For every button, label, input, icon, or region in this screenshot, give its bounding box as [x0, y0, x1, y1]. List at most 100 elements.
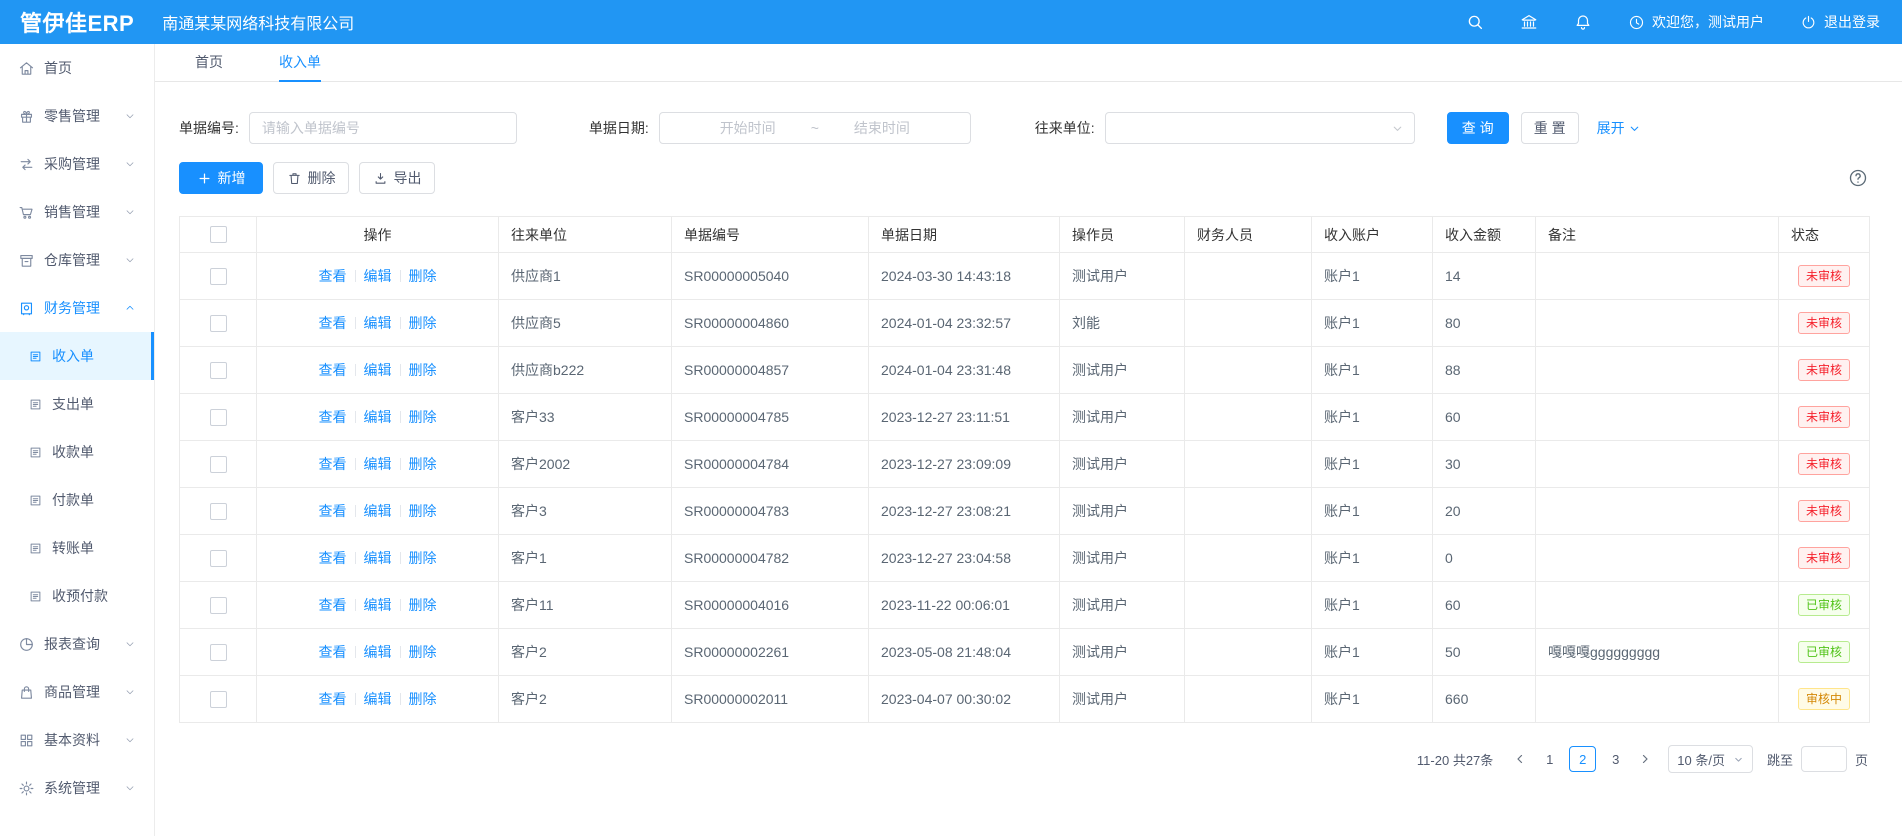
sidebar-item-finance[interactable]: 财务管理: [0, 284, 154, 332]
date-end-input[interactable]: [821, 119, 943, 137]
cell-amount: 88: [1433, 347, 1536, 394]
tab-income-bill[interactable]: 收入单: [279, 44, 321, 82]
sidebar-item-home[interactable]: 首页: [0, 44, 154, 92]
row-checkbox[interactable]: [210, 691, 227, 708]
delete-link[interactable]: 删除: [409, 456, 437, 472]
delete-link[interactable]: 删除: [409, 268, 437, 284]
table-row: 查看编辑删除客户1SR000000047822023-12-27 23:04:5…: [180, 535, 1870, 582]
user-icon: [1628, 14, 1645, 31]
table-row: 查看编辑删除客户33SR000000047852023-12-27 23:11:…: [180, 394, 1870, 441]
view-link[interactable]: 查看: [319, 268, 347, 284]
edit-link[interactable]: 编辑: [364, 644, 392, 660]
sidebar-item-income-bill[interactable]: 收入单: [0, 332, 154, 380]
row-checkbox[interactable]: [210, 550, 227, 567]
edit-link[interactable]: 编辑: [364, 691, 392, 707]
row-checkbox[interactable]: [210, 268, 227, 285]
edit-link[interactable]: 编辑: [364, 315, 392, 331]
sidebar-item-payment-bill[interactable]: 付款单: [0, 476, 154, 524]
date-range-picker[interactable]: ~: [659, 112, 971, 144]
next-page-button[interactable]: [1632, 746, 1658, 772]
sidebar-item-reports[interactable]: 报表查询: [0, 620, 154, 668]
search-icon[interactable]: [1466, 13, 1484, 31]
view-link[interactable]: 查看: [319, 456, 347, 472]
prev-page-button[interactable]: [1507, 746, 1533, 772]
page-button-1[interactable]: 1: [1536, 746, 1563, 772]
sidebar-item-transfer-bill[interactable]: 转账单: [0, 524, 154, 572]
page-size-select[interactable]: 10 条/页: [1668, 745, 1753, 773]
partner-select[interactable]: [1105, 112, 1415, 144]
bell-icon[interactable]: [1574, 13, 1592, 31]
sidebar-item-label: 支出单: [52, 394, 94, 414]
edit-link[interactable]: 编辑: [364, 409, 392, 425]
reset-button[interactable]: 重 置: [1521, 112, 1579, 144]
cell-operator: 测试用户: [1060, 535, 1185, 582]
search-button[interactable]: 查 询: [1447, 112, 1509, 144]
row-checkbox[interactable]: [210, 362, 227, 379]
link-separator: [400, 364, 401, 376]
row-checkbox[interactable]: [210, 597, 227, 614]
date-start-input[interactable]: [687, 119, 809, 137]
view-link[interactable]: 查看: [319, 550, 347, 566]
expand-link[interactable]: 展开: [1597, 118, 1641, 138]
bill-no-input[interactable]: [249, 112, 517, 144]
edit-link[interactable]: 编辑: [364, 597, 392, 613]
edit-link[interactable]: 编辑: [364, 268, 392, 284]
edit-link[interactable]: 编辑: [364, 362, 392, 378]
sidebar-item-system[interactable]: 系统管理: [0, 764, 154, 812]
delete-link[interactable]: 删除: [409, 315, 437, 331]
add-button[interactable]: 新增: [179, 162, 263, 194]
cell-date: 2024-01-04 23:32:57: [869, 300, 1060, 347]
page-button-2[interactable]: 2: [1569, 746, 1596, 772]
row-checkbox[interactable]: [210, 503, 227, 520]
delete-link[interactable]: 删除: [409, 597, 437, 613]
edit-link[interactable]: 编辑: [364, 550, 392, 566]
cell-account: 账户1: [1312, 582, 1433, 629]
delete-link[interactable]: 删除: [409, 362, 437, 378]
sidebar-item-retail[interactable]: 零售管理: [0, 92, 154, 140]
filter-row: 单据编号: 单据日期: ~ 往来单位: 查 询 重 置 展开: [179, 112, 1902, 144]
help-icon[interactable]: [1848, 168, 1868, 188]
user-menu[interactable]: 欢迎您，测试用户: [1628, 12, 1764, 32]
delete-link[interactable]: 删除: [409, 644, 437, 660]
chevron-down-icon: [124, 254, 136, 266]
sidebar-item-purchase[interactable]: 采购管理: [0, 140, 154, 188]
jump-page-input[interactable]: [1801, 746, 1847, 772]
select-all-checkbox[interactable]: [210, 226, 227, 243]
view-link[interactable]: 查看: [319, 362, 347, 378]
tab-home[interactable]: 首页: [195, 44, 223, 82]
delete-link[interactable]: 删除: [409, 691, 437, 707]
row-checkbox[interactable]: [210, 456, 227, 473]
cell-status: 已审核: [1779, 629, 1870, 676]
sidebar-item-prepayment[interactable]: 收预付款: [0, 572, 154, 620]
view-link[interactable]: 查看: [319, 315, 347, 331]
delete-link[interactable]: 删除: [409, 409, 437, 425]
row-checkbox[interactable]: [210, 315, 227, 332]
view-link[interactable]: 查看: [319, 503, 347, 519]
row-checkbox[interactable]: [210, 644, 227, 661]
export-button[interactable]: 导出: [359, 162, 435, 194]
cell-bill-no: SR00000004016: [672, 582, 869, 629]
sidebar-item-label: 收入单: [52, 346, 94, 366]
sidebar-item-warehouse[interactable]: 仓库管理: [0, 236, 154, 284]
view-link[interactable]: 查看: [319, 644, 347, 660]
delete-button[interactable]: 删除: [273, 162, 349, 194]
sidebar-item-receipt-bill[interactable]: 收款单: [0, 428, 154, 476]
cell-status: 未审核: [1779, 535, 1870, 582]
sidebar-item-expense-bill[interactable]: 支出单: [0, 380, 154, 428]
row-checkbox[interactable]: [210, 409, 227, 426]
sidebar-item-basic-data[interactable]: 基本资料: [0, 716, 154, 764]
delete-link[interactable]: 删除: [409, 550, 437, 566]
sidebar-item-goods[interactable]: 商品管理: [0, 668, 154, 716]
view-link[interactable]: 查看: [319, 409, 347, 425]
edit-link[interactable]: 编辑: [364, 503, 392, 519]
bank-icon[interactable]: [1520, 13, 1538, 31]
edit-link[interactable]: 编辑: [364, 456, 392, 472]
view-link[interactable]: 查看: [319, 691, 347, 707]
delete-link[interactable]: 删除: [409, 503, 437, 519]
main-content: 首页 收入单 单据编号: 单据日期: ~ 往来单位: 查 询 重 置 展开: [155, 44, 1902, 836]
page-button-3[interactable]: 3: [1602, 746, 1629, 772]
topbar-right: 欢迎您，测试用户 退出登录: [1466, 12, 1880, 32]
logout-button[interactable]: 退出登录: [1800, 12, 1880, 32]
view-link[interactable]: 查看: [319, 597, 347, 613]
sidebar-item-sales[interactable]: 销售管理: [0, 188, 154, 236]
